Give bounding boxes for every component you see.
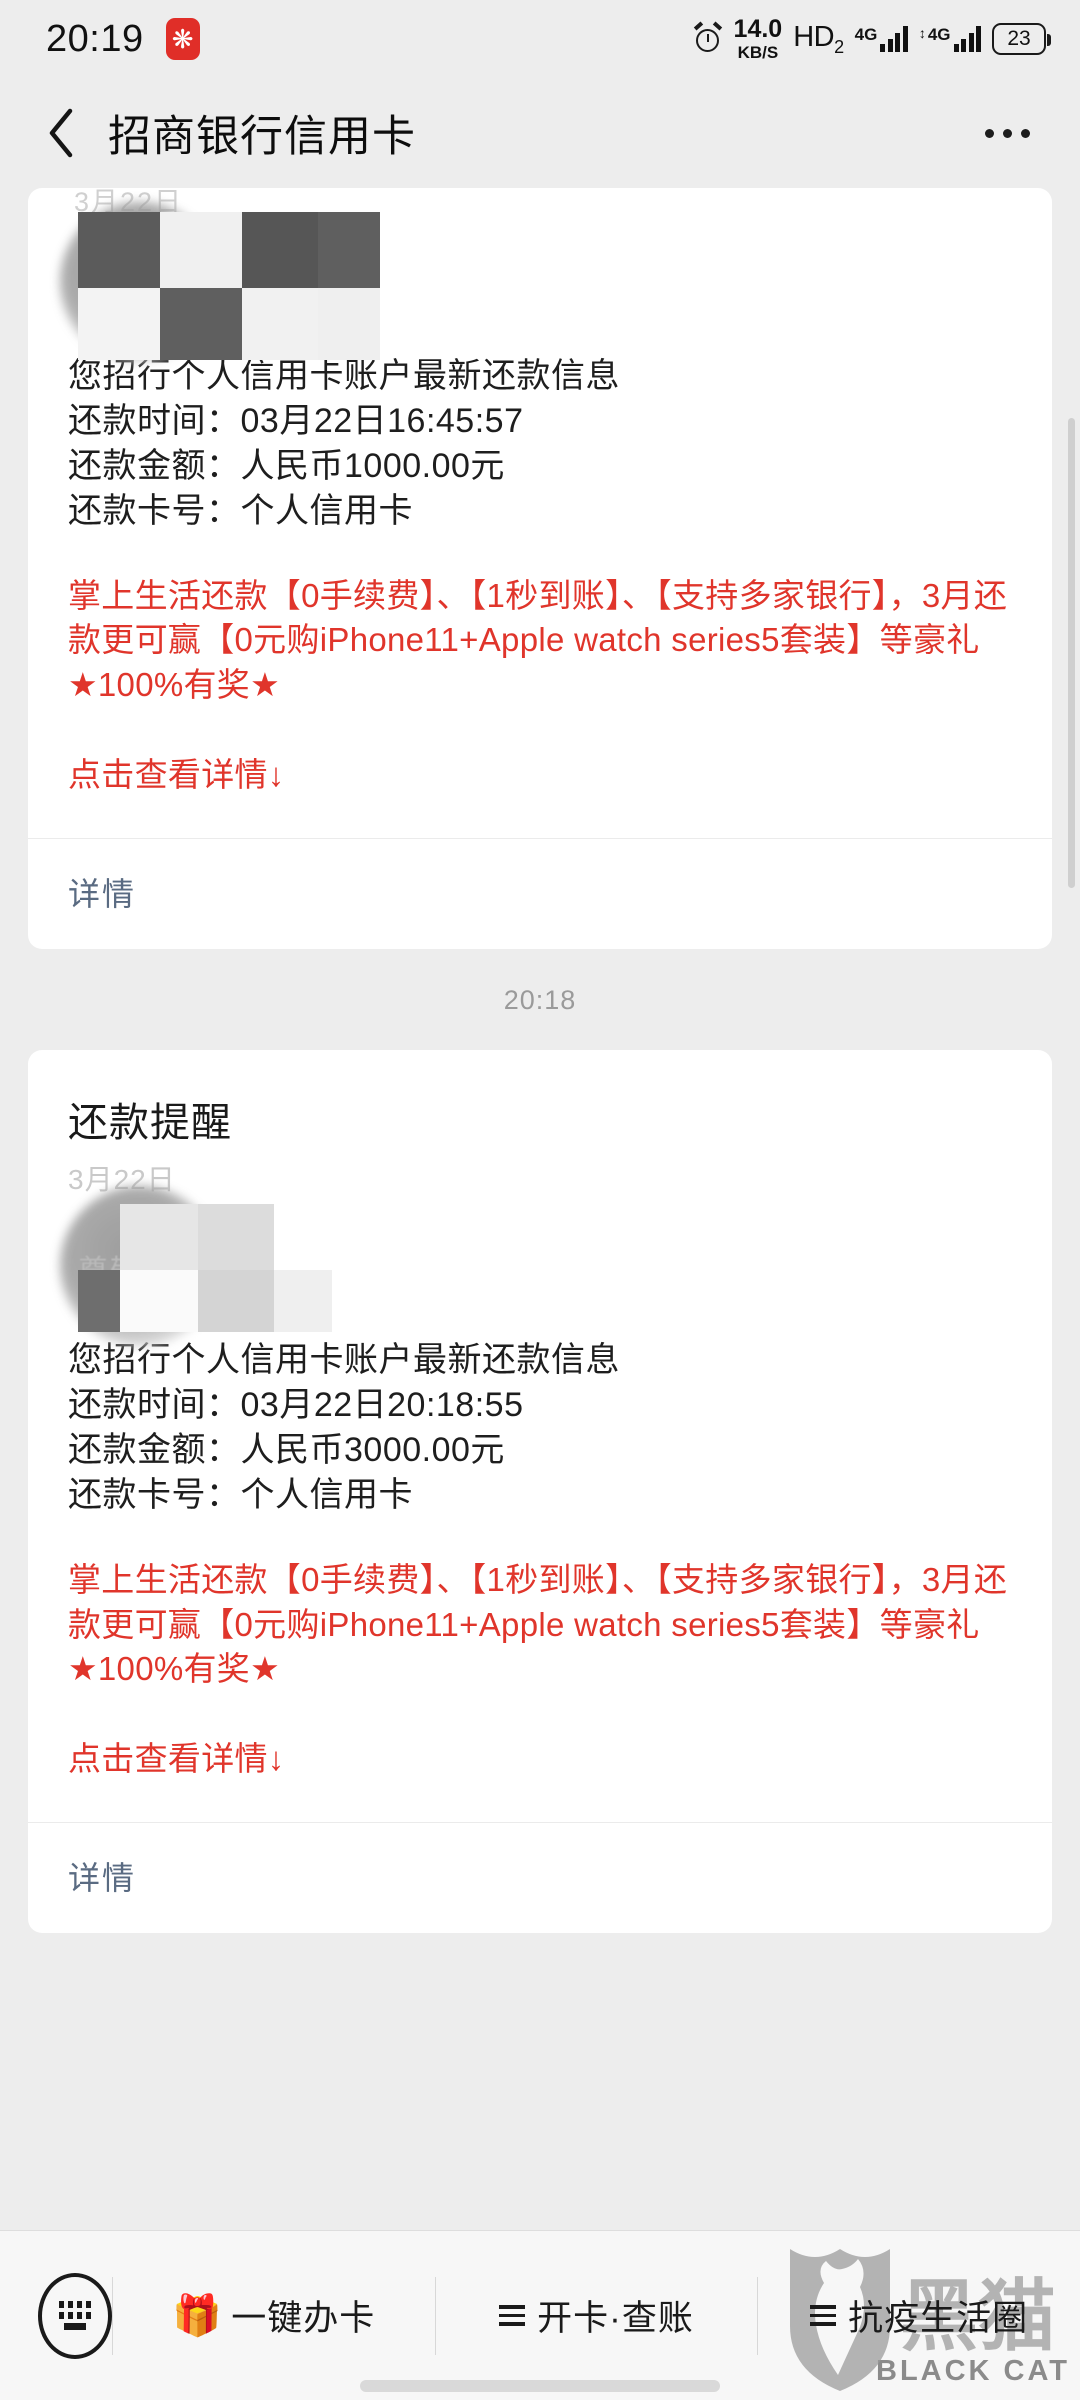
menu-icon (810, 2305, 837, 2326)
detail-link[interactable]: 详情 (68, 1860, 136, 1896)
more-dots-icon (985, 128, 994, 138)
more-options-button[interactable] (979, 113, 1036, 154)
redaction-block (78, 1270, 120, 1333)
message-line: 还款时间：03月22日20:18:55 (68, 1386, 524, 1424)
menu-item-label: 开卡·查账 (537, 2299, 694, 2338)
message-body: 您招行个人信用卡账户最新还款信息 还款时间：03月22日20:18:55 还款金… (68, 1338, 1012, 1522)
hd-voice-icon: HD2 (793, 20, 844, 57)
redaction-block (160, 288, 242, 360)
message-title: 还款提醒 (68, 1101, 232, 1146)
home-indicator[interactable] (360, 2380, 720, 2392)
network-speed-value: 14.0 (733, 15, 783, 43)
status-bar: 20:19 ❋ 14.0 KB/S HD2 4G ↕ 4G 23 (0, 0, 1080, 78)
timestamp-separator: 20:18 (503, 985, 577, 1016)
redaction-block (274, 1270, 332, 1333)
message-line: 还款卡号：个人信用卡 (68, 491, 413, 530)
menu-icon (499, 2305, 526, 2326)
gift-icon: 🎁 (172, 2294, 224, 2338)
redacted-header-region: 3月22日 (60, 188, 1012, 362)
sim2-network-label: 4G (927, 25, 951, 44)
redaction-block (198, 1270, 274, 1333)
bottom-toolbar: 🎁 一键办卡 开卡·查账 抗疫生活圈 黑猫 BLACK CAT (0, 2230, 1080, 2400)
view-details-prompt[interactable]: 点击查看详情↓ (68, 708, 1012, 838)
redaction-block (242, 212, 318, 288)
sim2-signal-icon: ↕ 4G (919, 26, 981, 52)
message-line: 还款金额：人民币3000.00元 (68, 1430, 505, 1469)
navigation-bar: 招商银行信用卡 (0, 78, 1080, 188)
message-card[interactable]: 3月22日 您招行个人信用卡账户最新还款信息 还款时间：03月22日16:45:… (28, 188, 1052, 950)
card-footer[interactable]: 详情 (28, 839, 1052, 949)
keyboard-toggle-button[interactable] (38, 2272, 112, 2359)
message-line: 还款时间：03月22日16:45:57 (68, 401, 524, 440)
sim1-signal-icon: 4G (855, 26, 908, 52)
chevron-left-icon (49, 108, 73, 158)
detail-link[interactable]: 详情 (68, 876, 136, 912)
message-body: 您招行个人信用卡账户最新还款信息 还款时间：03月22日16:45:57 还款金… (68, 354, 1012, 538)
back-button[interactable] (34, 106, 88, 160)
vertical-scrollbar[interactable] (1068, 418, 1075, 888)
redaction-block (160, 212, 242, 288)
redaction-block (198, 1204, 274, 1271)
message-line: 您招行个人信用卡账户最新还款信息 (68, 1341, 620, 1380)
sim1-network-label: 4G (854, 25, 878, 44)
view-details-prompt[interactable]: 点击查看详情↓ (68, 1692, 1012, 1822)
battery-icon: 23 (992, 23, 1051, 55)
message-list[interactable]: 3月22日 您招行个人信用卡账户最新还款信息 还款时间：03月22日16:45:… (0, 188, 1080, 2230)
menu-item-label: 抗疫生活圈 (848, 2299, 1029, 2338)
redaction-block (78, 288, 160, 360)
status-bar-clock: 20:19 (46, 17, 144, 60)
card-footer[interactable]: 详情 (28, 1823, 1052, 1933)
message-line: 还款金额：人民币1000.00元 (68, 446, 505, 485)
keyboard-icon (59, 2301, 91, 2308)
alarm-clock-icon (693, 21, 723, 54)
watermark-brand-en: BLACK CAT (876, 2355, 1070, 2387)
page-title: 招商银行信用卡 (108, 113, 416, 161)
redaction-block (120, 1270, 198, 1333)
network-speed-unit: KB/S (737, 43, 779, 62)
redaction-block (318, 288, 380, 360)
redaction-block (318, 212, 380, 288)
redaction-block (120, 1204, 198, 1271)
menu-item-apply-card[interactable]: 🎁 一键办卡 (113, 2290, 435, 2341)
data-arrows-icon: ↕ (918, 25, 926, 41)
redacted-header-region: 尊敬的 (60, 1186, 1012, 1347)
redaction-block (242, 288, 318, 360)
message-date: 3月22日 (68, 1164, 176, 1196)
menu-item-open-card-check-bill[interactable]: 开卡·查账 (436, 2290, 758, 2341)
promo-text: 掌上生活还款【0手续费】、【1秒到账】、【支持多家银行】，3月还款更可赢【0元购… (68, 576, 1008, 704)
promo-text: 掌上生活还款【0手续费】、【1秒到账】、【支持多家银行】，3月还款更可赢【0元购… (68, 1560, 1008, 1688)
flower-badge-icon: ❋ (165, 18, 200, 60)
message-line: 您招行个人信用卡账户最新还款信息 (68, 357, 620, 395)
status-bar-indicators: 14.0 KB/S HD2 4G ↕ 4G 23 (693, 15, 1051, 62)
network-speed-indicator: 14.0 KB/S (733, 15, 783, 62)
message-line: 还款卡号：个人信用卡 (68, 1475, 413, 1514)
phone-screen: 20:19 ❋ 14.0 KB/S HD2 4G ↕ 4G 23 招商银行信用卡… (0, 0, 1080, 2400)
message-card[interactable]: 还款提醒 3月22日 尊敬的 您招行个人信用卡账户最新还款信息 还款时间：03月… (28, 1050, 1052, 1934)
menu-item-label: 一键办卡 (231, 2299, 376, 2338)
redaction-block (78, 212, 160, 288)
menu-item-epidemic-life-circle[interactable]: 抗疫生活圈 (758, 2290, 1080, 2341)
